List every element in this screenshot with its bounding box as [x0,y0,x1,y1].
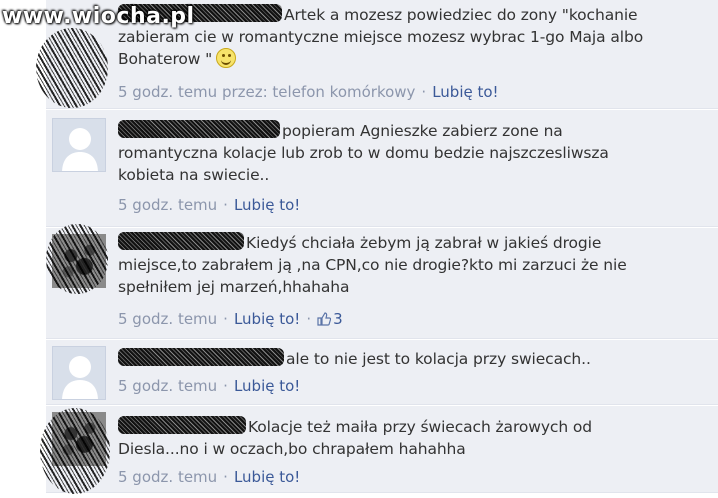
comment-meta: 5 godz. temu · Lubię to! [118,377,300,395]
comment-author-link[interactable] [118,348,284,366]
comment-text-line: romantyczna kolacje lub zrob to w domu b… [118,144,609,162]
comment-text-line: ale to nie jest to kolacja przy swiecach… [286,350,591,368]
comment-timestamp: 5 godz. temu [118,377,218,395]
comment-meta: 5 godz. temu · Lubię to! · 3 [118,310,343,328]
comment-author-link[interactable] [118,232,244,250]
comment-text-line: Bohaterow " [118,50,213,68]
comment-author-link[interactable] [118,416,246,434]
comment-timestamp: 5 godz. temu [118,468,218,486]
redaction-scribble [40,408,110,494]
comment-item: popieram Agnieszke zabierz zone na roman… [46,110,718,227]
comment-body: ale to nie jest to kolacja przy swiecach… [118,348,700,370]
comment-body: Artek a mozesz powiedziec do zony "kocha… [118,4,700,70]
thumbs-up-icon [317,312,332,326]
meta-separator: · [223,310,228,328]
meta-separator: · [223,196,228,214]
likes-count-link[interactable]: 3 [317,310,343,328]
likes-count: 3 [333,310,343,328]
comment-text-line: kobieta na swiecie.. [118,166,270,184]
smiley-emoticon-icon [216,48,237,68]
comment-timestamp: 5 godz. temu przez: telefon komórkowy [118,83,416,101]
comment-author-link[interactable] [118,120,280,138]
comment-text-line: zabieram cie w romantyczne miejsce mozes… [118,28,644,46]
default-avatar-silhouette-icon [53,119,105,171]
comment-timestamp: 5 godz. temu [118,196,218,214]
commenter-avatar[interactable] [52,346,106,400]
comment-text-line: Diesla...no i w oczach,bo chrapałem haha… [118,440,466,458]
comment-body: Kiedyś chciała żebym ją zabrał w jakieś … [118,232,700,298]
like-link[interactable]: Lubię to! [432,83,498,101]
comment-meta: 5 godz. temu · Lubię to! [118,196,300,214]
comment-text-line: Kolacje też maiła przy świecach żarowych… [248,418,593,436]
like-link[interactable]: Lubię to! [234,377,300,395]
meta-separator: · [223,468,228,486]
default-avatar-silhouette-icon [53,347,105,399]
comment-meta: 5 godz. temu · Lubię to! [118,468,300,486]
redaction-scribble [36,28,108,108]
comment-timestamp: 5 godz. temu [118,310,218,328]
commenter-avatar[interactable] [52,118,106,172]
meta-separator: · [421,83,427,101]
comment-item: Kiedyś chciała żebym ją zabrał w jakieś … [46,228,718,339]
site-watermark: www.wiocha.pl [2,4,195,29]
comment-text-line: spełniłem jej marzeń,hhahaha [118,278,350,296]
meta-separator: · [306,310,312,328]
comment-text-line: popieram Agnieszke zabierz zone na [282,122,563,140]
like-link[interactable]: Lubię to! [234,310,300,328]
comment-text-line: miejsce,to zabrałem ją ,na CPN,co nie dr… [118,256,627,274]
meta-separator: · [223,377,228,395]
comment-item: ale to nie jest to kolacja przy swiecach… [46,340,718,405]
comment-text-line: Kiedyś chciała żebym ją zabrał w jakieś … [246,234,602,252]
comment-meta: 5 godz. temu przez: telefon komórkowy · Lu… [118,83,499,101]
comment-body: popieram Agnieszke zabierz zone na roman… [118,120,700,186]
like-link[interactable]: Lubię to! [234,468,300,486]
redaction-scribble [46,224,108,294]
comment-body: Kolacje też maiła przy świecach żarowych… [118,416,700,460]
like-link[interactable]: Lubię to! [234,196,300,214]
comment-text-line: Artek a mozesz powiedziec do zony "kocha… [284,6,638,24]
comment-item: Kolacje też maiła przy świecach żarowych… [46,406,718,493]
